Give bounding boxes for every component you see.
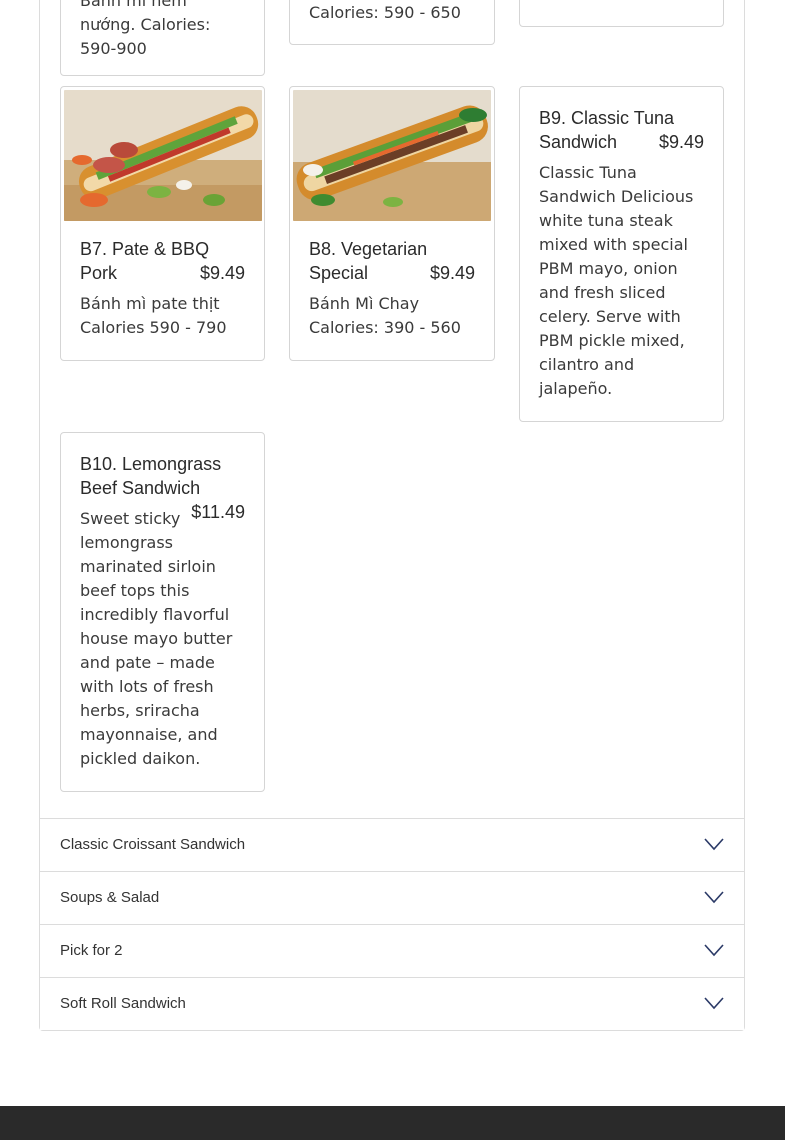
chevron-down-icon[interactable] bbox=[704, 943, 724, 957]
menu-card-b10[interactable]: B10. Lemongrass Beef Sandwich $11.49 Swe… bbox=[60, 432, 265, 792]
menu-card-title: B10. Lemongrass Beef Sandwich bbox=[80, 454, 222, 498]
menu-card-description: Bánh mì nem nướng. Calories: 590-900 bbox=[80, 0, 211, 58]
category-soups-salad[interactable]: Soups & Salad bbox=[40, 871, 744, 924]
menu-card-description: Sweet sticky lemongrass marinated sirloi… bbox=[80, 509, 233, 768]
category-label: Soups & Salad bbox=[60, 889, 160, 906]
category-pick-for-2[interactable]: Pick for 2 bbox=[40, 924, 744, 977]
menu-card-b9[interactable]: B9. Classic Tuna Sandwich $9.49 Classic … bbox=[519, 86, 724, 422]
menu-card-description: Calories: 590 - 650 bbox=[309, 3, 461, 22]
menu-card-description: Classic Tuna Sandwich Delicious white tu… bbox=[539, 163, 694, 398]
menu-card-b4[interactable]: Bánh mì nem nướng. Calories: 590-900 bbox=[60, 0, 265, 76]
chevron-down-icon[interactable] bbox=[704, 996, 724, 1010]
banh-mi-vegetarian-photo bbox=[293, 90, 491, 221]
category-label: Classic Croissant Sandwich bbox=[60, 836, 246, 853]
menu-card-description: Bánh Mì Chay Calories: 390 - 560 bbox=[309, 294, 461, 337]
menu-card-b8[interactable]: B8. Vegetarian Special $9.49 Bánh Mì Cha… bbox=[289, 86, 495, 361]
category-soft-roll-sandwich[interactable]: Soft Roll Sandwich bbox=[40, 977, 744, 1030]
menu-card-b5[interactable]: Calories: 590 - 650 bbox=[289, 0, 495, 45]
menu-card-price: $9.49 bbox=[429, 263, 475, 283]
menu-card-price: $9.49 bbox=[658, 132, 704, 152]
site-footer bbox=[0, 1106, 785, 1140]
banh-mi-bbq-pork-photo bbox=[64, 90, 262, 221]
menu-card-price: $9.49 bbox=[199, 263, 245, 283]
category-label: Pick for 2 bbox=[60, 942, 123, 959]
category-classic-croissant-sandwich[interactable]: Classic Croissant Sandwich bbox=[40, 818, 744, 871]
chevron-down-icon[interactable] bbox=[704, 837, 724, 851]
menu-card-b7[interactable]: B7. Pate & BBQ Pork $9.49 Bánh mì pate t… bbox=[60, 86, 265, 361]
chevron-down-icon[interactable] bbox=[704, 890, 724, 904]
menu-card-description: Bánh mì pate thịt Calories 590 - 790 bbox=[80, 294, 227, 337]
category-label: Soft Roll Sandwich bbox=[60, 995, 186, 1012]
menu-card-b6[interactable] bbox=[519, 0, 724, 27]
